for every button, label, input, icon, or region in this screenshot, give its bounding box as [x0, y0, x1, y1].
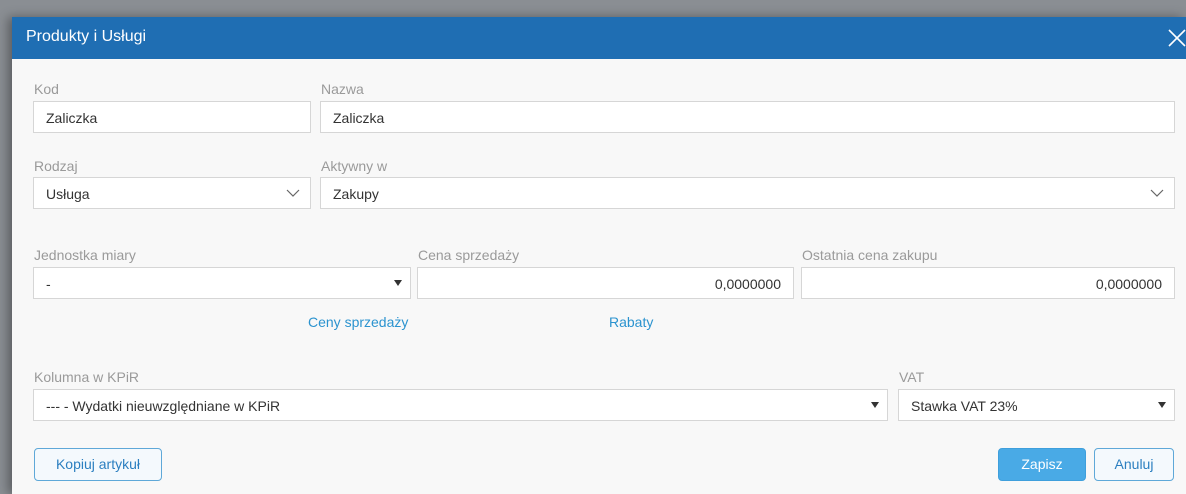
- ceny-sprzedazy-link[interactable]: Ceny sprzedaży: [308, 314, 408, 330]
- cena-sprzedazy-input[interactable]: 0,0000000: [417, 267, 794, 299]
- aktywny-value: Zakupy: [333, 186, 379, 202]
- caret-down-icon: [394, 280, 402, 286]
- kolumna-label: Kolumna w KPiR: [34, 369, 140, 385]
- nazwa-label: Nazwa: [321, 81, 364, 97]
- caret-down-icon: [1158, 402, 1166, 408]
- jednostka-select[interactable]: -: [33, 267, 411, 299]
- ostatnia-cena-input[interactable]: 0,0000000: [801, 267, 1175, 299]
- dialog-title: Produkty i Usługi: [26, 28, 147, 45]
- zapisz-button[interactable]: Zapisz: [998, 448, 1086, 481]
- anuluj-button[interactable]: Anuluj: [1094, 448, 1174, 481]
- kopiuj-artykul-button[interactable]: Kopiuj artykuł: [34, 448, 162, 481]
- rodzaj-value: Usługa: [46, 186, 90, 202]
- aktywny-label: Aktywny w: [321, 158, 388, 174]
- close-icon: [1168, 29, 1186, 47]
- ostatnia-cena-label: Ostatnia cena zakupu: [802, 247, 938, 263]
- dialog-titlebar: Produkty i Usługi: [12, 17, 1186, 59]
- rodzaj-select[interactable]: Usługa: [33, 177, 311, 209]
- cena-sprzedazy-label: Cena sprzedaży: [418, 247, 520, 263]
- chevron-down-icon: [286, 189, 300, 197]
- kolumna-select[interactable]: --- - Wydatki nieuwzględniane w KPiR: [33, 389, 888, 421]
- cena-sprzedazy-value: 0,0000000: [714, 276, 781, 292]
- nazwa-value: Zaliczka: [333, 110, 385, 126]
- vat-value: Stawka VAT 23%: [911, 398, 1018, 414]
- vat-label: VAT: [899, 369, 925, 385]
- chevron-down-icon: [1150, 189, 1164, 197]
- rodzaj-label: Rodzaj: [34, 158, 78, 174]
- rabaty-link[interactable]: Rabaty: [609, 314, 653, 330]
- kod-value: Zaliczka: [46, 110, 98, 126]
- jednostka-value: -: [46, 276, 51, 292]
- vat-select[interactable]: Stawka VAT 23%: [898, 389, 1175, 421]
- aktywny-select[interactable]: Zakupy: [320, 177, 1175, 209]
- kolumna-value: --- - Wydatki nieuwzględniane w KPiR: [46, 398, 281, 414]
- caret-down-icon: [871, 402, 879, 408]
- kod-input[interactable]: Zaliczka: [33, 101, 311, 133]
- nazwa-input[interactable]: Zaliczka: [320, 101, 1175, 133]
- ostatnia-cena-value: 0,0000000: [1095, 276, 1162, 292]
- close-button[interactable]: [1166, 24, 1186, 50]
- product-dialog: Produkty i Usługi Kod Zaliczka Nazwa Zal…: [12, 17, 1186, 494]
- kod-label: Kod: [34, 81, 59, 97]
- jednostka-label: Jednostka miary: [34, 247, 136, 263]
